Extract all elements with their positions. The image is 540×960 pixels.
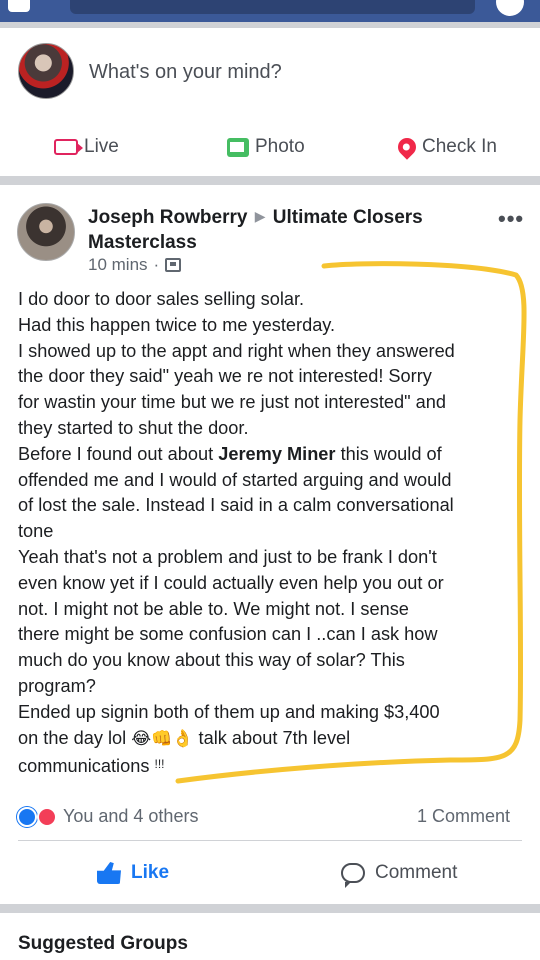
author-name[interactable]: Joseph Rowberry xyxy=(88,207,247,228)
section-title: Suggested Groups xyxy=(18,933,188,954)
live-label: Live xyxy=(84,136,119,157)
check-in-button[interactable]: Check In xyxy=(394,134,497,160)
post-text: communications xyxy=(18,756,150,777)
post-text: on the day lol xyxy=(18,727,127,748)
meta-separator: · xyxy=(153,255,160,274)
post-text: talk about 7th level xyxy=(198,727,351,748)
more-options-icon[interactable]: ••• xyxy=(498,206,524,232)
messenger-icon[interactable] xyxy=(496,0,524,16)
post-line: on the day lol 😂👊👌 talk about 7th level xyxy=(18,726,540,753)
live-button[interactable]: Live xyxy=(54,136,119,158)
divider xyxy=(18,840,522,841)
post-line: Before I found out about Jeremy Miner th… xyxy=(18,442,540,468)
post-line: for wastin your time but we re just not … xyxy=(18,392,447,413)
post-line: Ended up signin both of them up and maki… xyxy=(18,701,440,722)
mention-link[interactable]: Jeremy Miner xyxy=(218,444,335,464)
like-reaction-icon xyxy=(17,806,37,827)
post-line: communications !!! xyxy=(18,752,540,780)
post-text: Before I found out about xyxy=(18,443,214,464)
post-body: I do door to door sales selling solar. H… xyxy=(18,287,540,780)
post-line: there might be some confusion can I ..ca… xyxy=(18,624,438,645)
post-line: they started to shut the door. xyxy=(18,417,249,438)
comment-button[interactable]: Comment xyxy=(341,862,458,888)
reactions-summary[interactable]: You and 4 others xyxy=(17,806,198,827)
post-text: !!! xyxy=(154,757,165,772)
check-in-label: Check In xyxy=(422,136,497,157)
group-privacy-icon xyxy=(165,258,182,272)
post-line: offended me and I would of started argui… xyxy=(18,469,452,490)
composer-input[interactable]: What's on your mind? xyxy=(89,61,282,84)
post-line: even know yet if I could actually even h… xyxy=(18,572,444,593)
divider xyxy=(0,176,540,185)
photo-button[interactable]: Photo xyxy=(227,136,305,158)
search-bar[interactable] xyxy=(70,0,475,14)
post-line: much do you know about this way of solar… xyxy=(18,650,405,671)
like-button[interactable]: Like xyxy=(97,862,169,884)
photo-label: Photo xyxy=(255,136,305,157)
thumbs-up-icon xyxy=(97,862,121,884)
emoji-laugh-fist-ok-icon: 😂👊👌 xyxy=(131,728,194,749)
live-video-icon xyxy=(54,139,83,155)
author-avatar[interactable] xyxy=(17,203,75,261)
location-pin-icon xyxy=(394,134,420,160)
user-avatar[interactable] xyxy=(18,43,74,99)
divider xyxy=(0,904,540,913)
post-line: not. I might not be able to. We might no… xyxy=(18,598,409,619)
love-reaction-icon xyxy=(37,806,57,827)
photo-icon xyxy=(227,137,249,157)
post-time[interactable]: 10 mins xyxy=(88,255,148,275)
post-line: I showed up to the appt and right when t… xyxy=(18,340,455,361)
post-line: tone xyxy=(18,521,54,542)
comment-bubble-icon xyxy=(341,863,365,888)
camera-icon[interactable] xyxy=(8,0,30,12)
post-line: Had this happen twice to me yesterday. xyxy=(18,314,336,335)
post-line: Yeah that's not a problem and just to be… xyxy=(18,546,437,567)
reactions-text: You and 4 others xyxy=(63,806,199,826)
comments-count[interactable]: 1 Comment xyxy=(417,806,510,827)
post-text: this would of xyxy=(340,443,442,464)
post-line: I do door to door sales selling solar. xyxy=(18,289,305,309)
like-label: Like xyxy=(131,862,170,883)
comment-label: Comment xyxy=(375,862,458,883)
top-nav-bar xyxy=(0,0,540,22)
post-meta: 10 mins · xyxy=(88,255,182,275)
post-header: Joseph Rowberry ▶ Ultimate Closers Maste… xyxy=(88,204,488,255)
post-line: of lost the sale. Instead I said in a ca… xyxy=(18,495,454,516)
post-line: the door they said" yeah we re not inter… xyxy=(18,366,432,387)
post-line: program? xyxy=(18,675,96,696)
divider xyxy=(0,22,540,28)
triangle-right-icon: ▶ xyxy=(254,208,266,224)
